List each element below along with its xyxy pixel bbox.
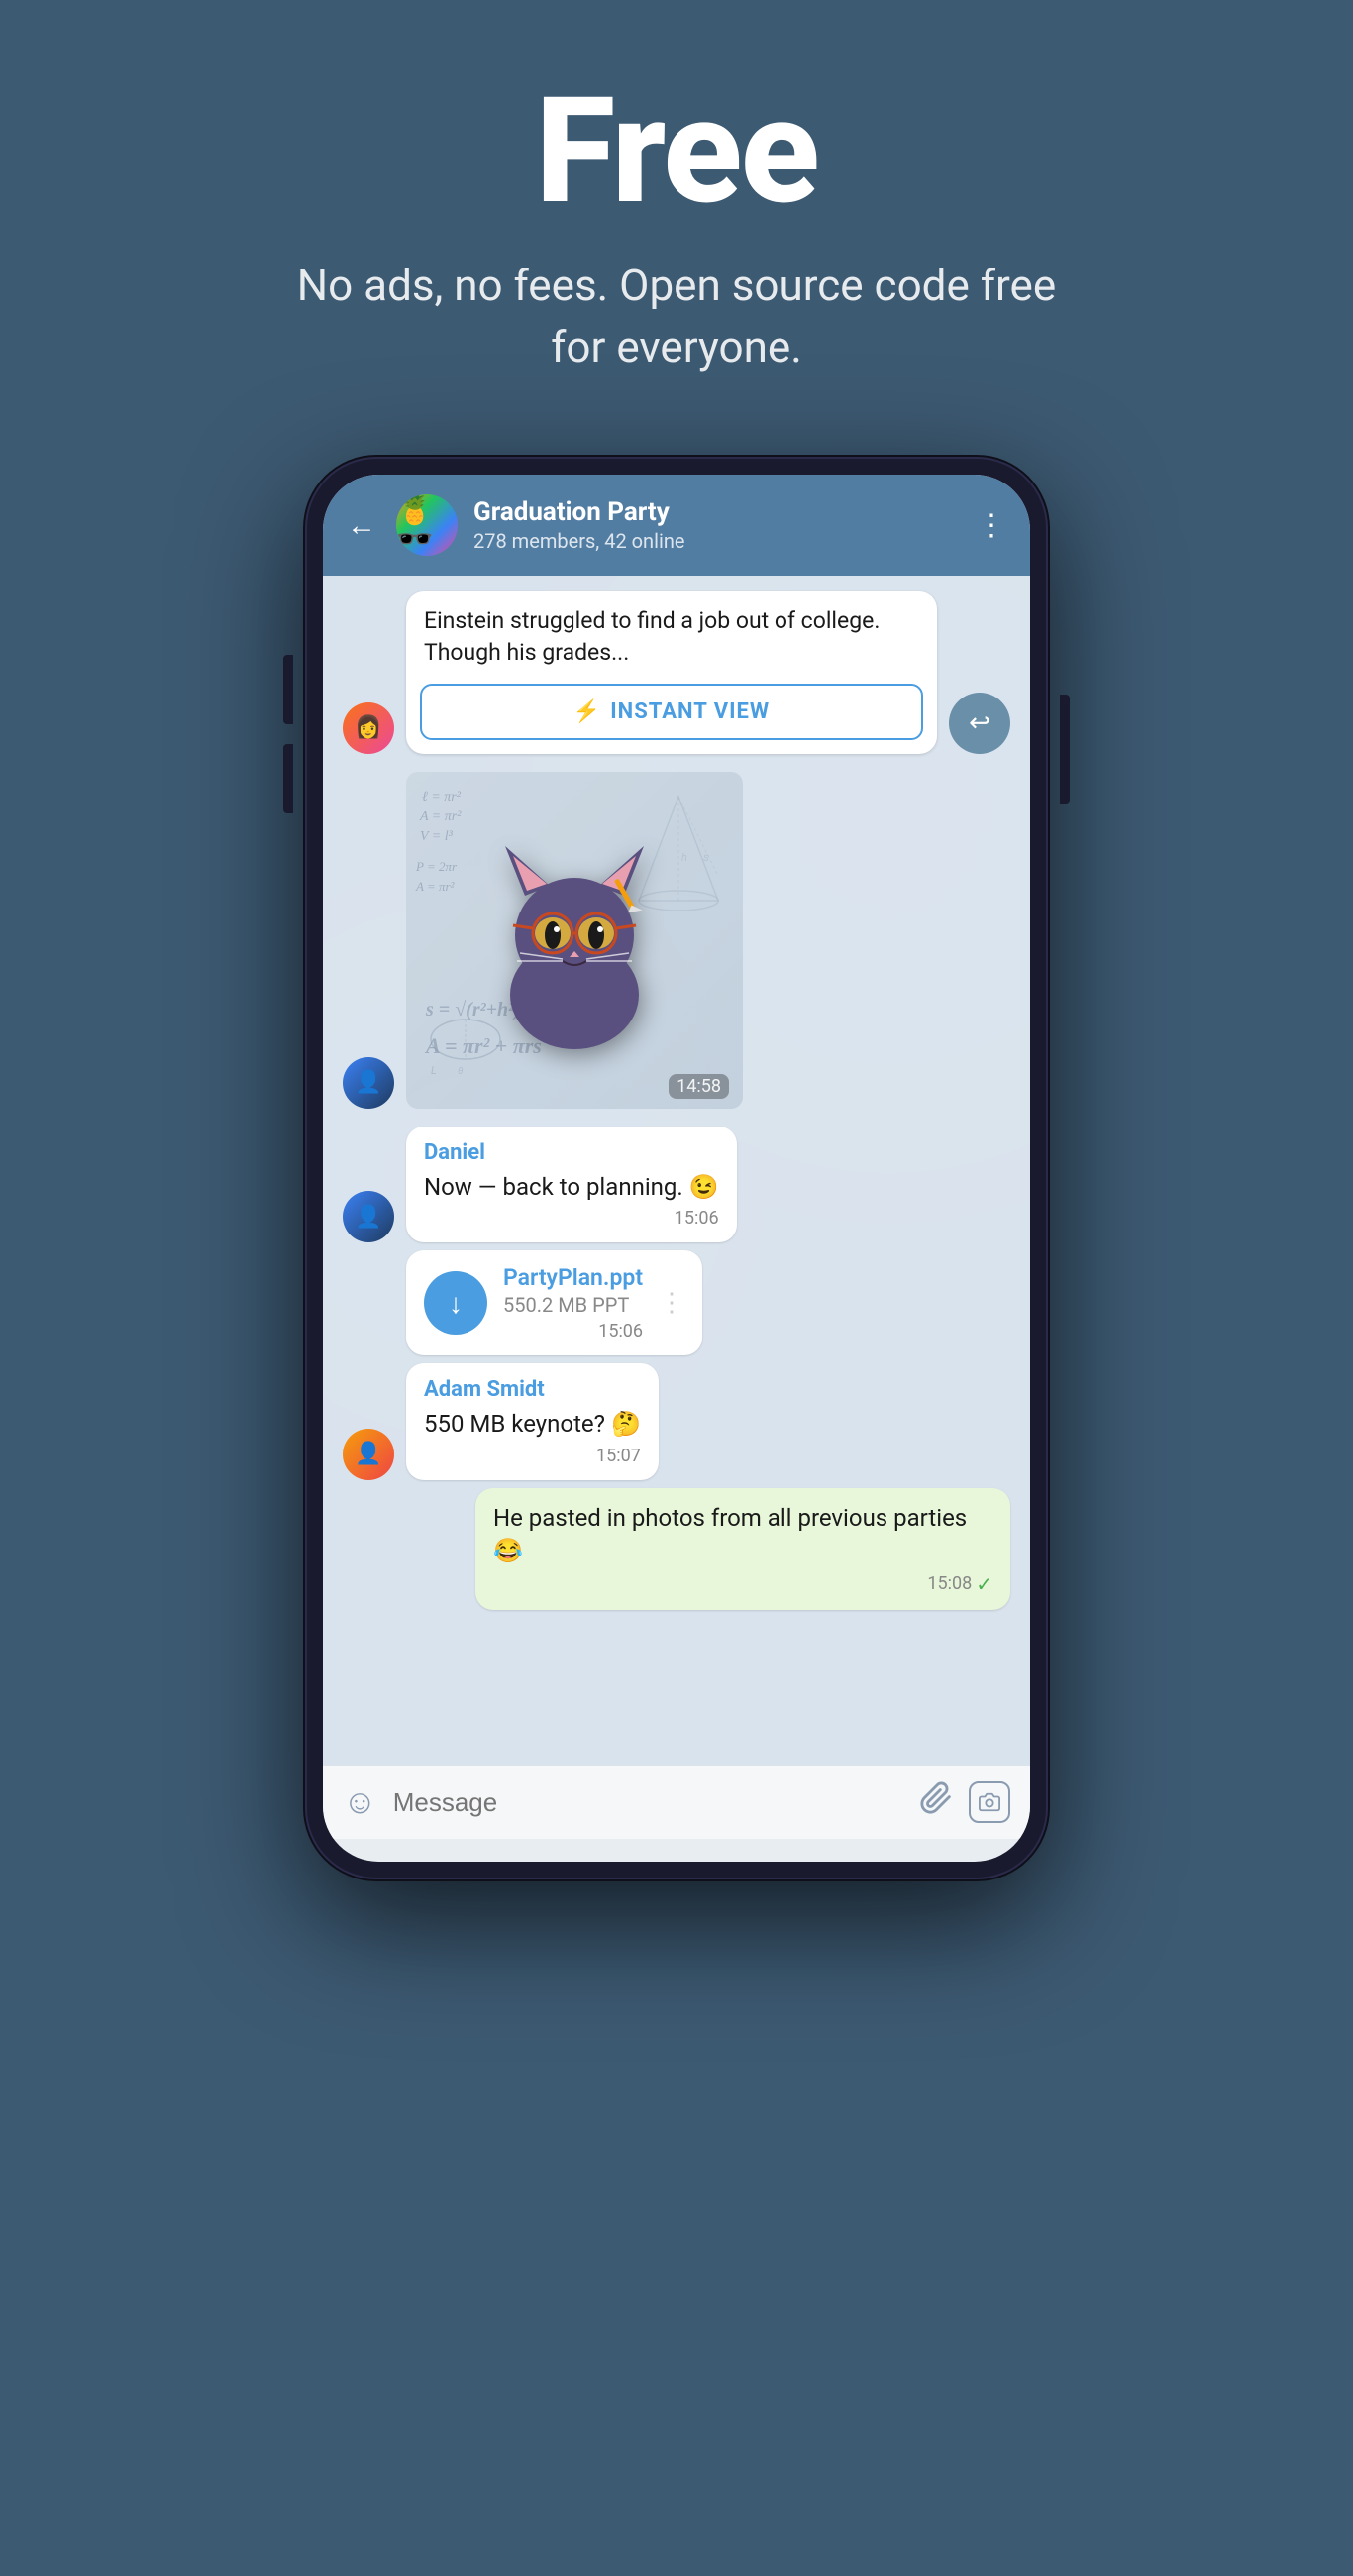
daniel-sender: Daniel (424, 1140, 719, 1165)
phone-outer: ← 🍍🕶️ Graduation Party 278 members, 42 o… (305, 457, 1048, 1879)
adam-text: 550 MB keynote? 🤔 (424, 1408, 641, 1442)
chat-body: 👩 Einstein struggled to find a job out o… (323, 576, 1030, 1765)
message-input[interactable] (393, 1783, 903, 1822)
chat-header: ← 🍍🕶️ Graduation Party 278 members, 42 o… (323, 475, 1030, 576)
math-formula-2: A = πr² (420, 809, 461, 825)
adam-bubble: Adam Smidt 550 MB keynote? 🤔 15:07 (406, 1363, 659, 1480)
outgoing-time: 15:08 ✓ (493, 1572, 992, 1596)
file-name: PartyPlan.ppt (503, 1264, 643, 1291)
svg-text:θ: θ (458, 1066, 464, 1077)
outgoing-message-row: He pasted in photos from all previous pa… (343, 1488, 1010, 1610)
lightning-icon: ⚡ (573, 699, 600, 724)
file-size: 550.2 MB PPT (503, 1293, 643, 1317)
iv-card-text: Einstein struggled to find a job out of … (406, 591, 937, 683)
message-row: 👩 Einstein struggled to find a job out o… (343, 591, 1010, 753)
avatar-guy1: 👤 (343, 1057, 394, 1109)
daniel-message-row: 👤 Daniel Now — back to planning. 😉 15:06 (343, 1127, 1010, 1243)
back-button[interactable]: ← (347, 508, 376, 543)
svg-text:L: L (431, 1064, 437, 1077)
adam-message-row: 👤 Adam Smidt 550 MB keynote? 🤔 15:07 (343, 1363, 1010, 1480)
group-status: 278 members, 42 online (473, 529, 961, 553)
avatar-daniel-emoji: 👤 (355, 1205, 381, 1230)
svg-text:h: h (681, 851, 687, 864)
avatar-adam: 👤 (343, 1429, 394, 1480)
emoji-button[interactable]: ☺ (343, 1782, 377, 1822)
phone-screen: ← 🍍🕶️ Graduation Party 278 members, 42 o… (323, 475, 1030, 1862)
power-button (1060, 695, 1070, 804)
file-more-button[interactable]: ⋮ (659, 1288, 684, 1318)
download-button[interactable]: ↓ (424, 1271, 487, 1335)
hero-subtitle: No ads, no fees. Open source code free f… (280, 256, 1073, 377)
chat-input-bar: ☺ (323, 1765, 1030, 1839)
file-info: PartyPlan.ppt 550.2 MB PPT 15:06 (503, 1264, 643, 1342)
phone-wrapper: ← 🍍🕶️ Graduation Party 278 members, 42 o… (305, 457, 1048, 1879)
file-bubble: ↓ PartyPlan.ppt 550.2 MB PPT 15:06 ⋮ (406, 1250, 702, 1355)
avatar-daniel: 👤 (343, 1191, 394, 1242)
avatar-adam-emoji: 👤 (355, 1442, 381, 1466)
bottom-section (0, 1879, 1353, 2573)
share-button[interactable]: ↩ (949, 693, 1010, 754)
avatar-guy1-emoji: 👤 (355, 1070, 381, 1095)
sticker-time: 14:58 (669, 1074, 729, 1099)
sticker-row: 👤 ℓ = πr² A = πr² V = l³ P = 2πr A = πr²… (343, 772, 1010, 1109)
volume-up-button (283, 655, 293, 724)
adam-sender: Adam Smidt (424, 1377, 641, 1402)
hero-section: Free No ads, no fees. Open source code f… (0, 0, 1353, 437)
outgoing-bubble: He pasted in photos from all previous pa… (475, 1488, 1010, 1610)
svg-text:s: s (703, 850, 709, 864)
download-icon: ↓ (449, 1287, 463, 1320)
header-info: Graduation Party 278 members, 42 online (473, 497, 961, 553)
avatar-girl-emoji: 👩 (355, 715, 381, 740)
group-avatar: 🍍🕶️ (396, 494, 458, 556)
daniel-bubble: Daniel Now — back to planning. 😉 15:06 (406, 1127, 737, 1243)
math-formula-5: A = πr² (416, 879, 454, 895)
daniel-text: Now — back to planning. 😉 (424, 1171, 719, 1205)
sticker-container: ℓ = πr² A = πr² V = l³ P = 2πr A = πr² s… (406, 772, 743, 1109)
iv-button-label: INSTANT VIEW (610, 699, 770, 724)
avatar-girl: 👩 (343, 702, 394, 754)
math-formula-1: ℓ = πr² (422, 790, 461, 805)
read-checkmark: ✓ (976, 1572, 992, 1596)
instant-view-card: Einstein struggled to find a job out of … (406, 591, 937, 753)
math-formula-3: V = l³ (420, 829, 453, 845)
file-time: 15:06 (503, 1321, 643, 1342)
daniel-time: 15:06 (424, 1208, 719, 1229)
outgoing-text: He pasted in photos from all previous pa… (493, 1502, 992, 1568)
group-name: Graduation Party (473, 497, 961, 527)
group-avatar-emoji: 🍍🕶️ (396, 495, 458, 555)
hero-title: Free (535, 79, 818, 226)
instant-view-button[interactable]: ⚡ INSTANT VIEW (420, 684, 923, 740)
adam-time: 15:07 (424, 1446, 641, 1466)
share-icon: ↩ (969, 708, 990, 738)
volume-down-button (283, 744, 293, 813)
attach-button[interactable] (919, 1781, 953, 1823)
header-menu-button[interactable]: ⋮ (977, 508, 1006, 543)
math-formula-4: P = 2πr (416, 859, 457, 875)
file-message-row: ↓ PartyPlan.ppt 550.2 MB PPT 15:06 ⋮ (343, 1250, 1010, 1355)
camera-button[interactable] (969, 1781, 1010, 1823)
cat-sticker (475, 826, 674, 1054)
